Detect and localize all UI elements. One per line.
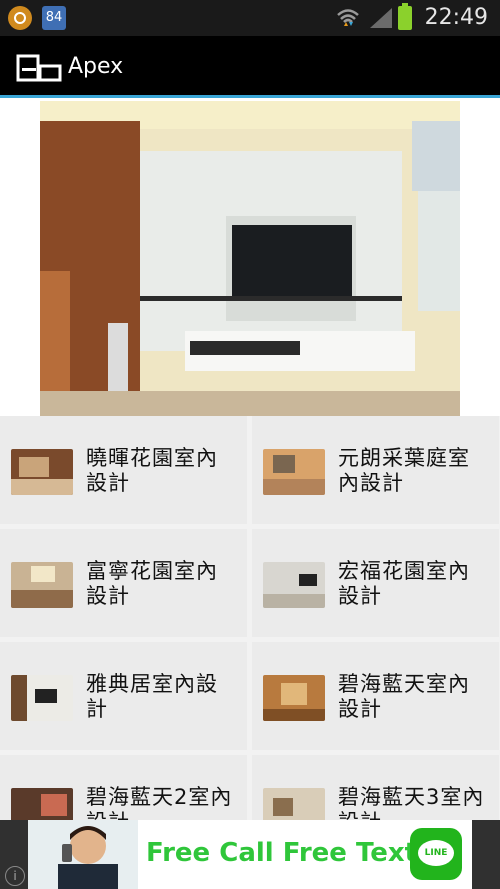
project-label: 曉暉花園室內設計 [86,446,218,495]
status-bar: 84 22:49 [0,0,500,36]
project-thumbnail [11,449,73,495]
ad-headline: Free Call Free Text [146,838,418,868]
app-notification-icon [8,6,32,30]
hero-image[interactable] [40,101,460,416]
project-thumbnail [263,675,325,721]
project-thumbnail [263,449,325,495]
ad-person-image [28,820,138,889]
project-tile[interactable]: 宏福花園室內設計 [252,529,499,637]
project-thumbnail [263,562,325,608]
project-thumbnail [11,562,73,608]
clock: 22:49 [424,5,488,30]
app-logo-icon [16,54,62,82]
app-title: Apex [68,54,124,79]
project-label: 元朗采葉庭室內設計 [338,446,470,495]
project-label: 碧海藍天室內設計 [338,672,470,721]
line-logo-text: LINE [418,840,454,866]
project-label: 雅典居室內設計 [86,672,218,721]
project-tile[interactable]: 雅典居室內設計 [0,642,247,750]
wifi-icon [337,9,359,26]
ad-banner[interactable]: i Free Call Free Text LINE [0,820,500,889]
project-tile[interactable]: 碧海藍天室內設計 [252,642,499,750]
notification-badge: 84 [42,6,66,30]
project-tile[interactable]: 富寧花園室內設計 [0,529,247,637]
signal-icon [370,8,392,28]
project-tile[interactable]: 曉暉花園室內設計 [0,416,247,524]
app-bar: Apex [0,36,500,98]
ad-content[interactable]: Free Call Free Text LINE [28,820,472,889]
battery-icon [398,3,412,30]
project-tile[interactable]: 元朗采葉庭室內設計 [252,416,499,524]
project-label: 宏福花園室內設計 [338,559,470,608]
line-logo-icon: LINE [410,828,462,880]
project-grid: 曉暉花園室內設計 元朗采葉庭室內設計 富寧花園室內設計 宏福花園室內設計 雅典居… [0,416,500,863]
project-thumbnail [11,675,73,721]
project-label: 富寧花園室內設計 [86,559,218,608]
ad-info-icon[interactable]: i [5,866,25,886]
